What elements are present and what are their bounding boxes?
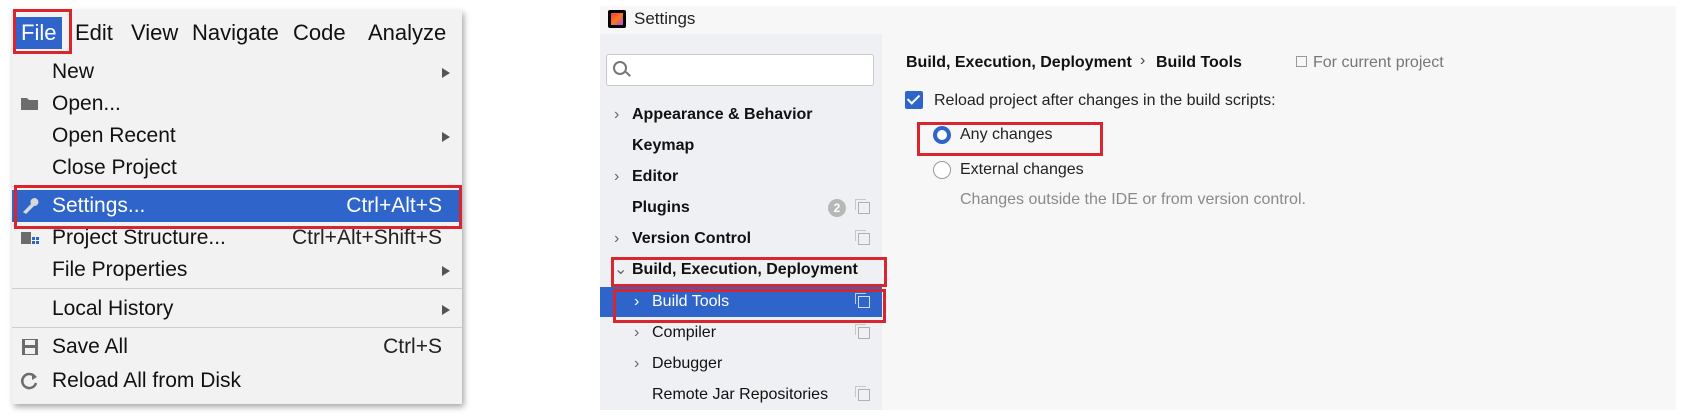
project-structure-icon [21, 232, 39, 244]
menu-file[interactable]: File [15, 17, 63, 49]
sidebar-item-label: Appearance & Behavior [632, 106, 813, 123]
project-scope-icon [855, 324, 870, 339]
sidebar-item-version-control[interactable]: › Version Control [600, 224, 882, 254]
menu-item-save-all[interactable]: Save All Ctrl+S [12, 331, 462, 363]
menu-item-shortcut: Ctrl+Alt+S [346, 194, 442, 217]
settings-sidebar: › Appearance & Behavior Keymap › Editor … [600, 34, 882, 410]
for-current-project-label: For current project [1313, 54, 1444, 71]
menu-item-project-structure[interactable]: Project Structure... Ctrl+Alt+Shift+S [12, 222, 462, 254]
chevron-down-icon: ⌄ [614, 261, 628, 278]
chevron-right-icon: › [614, 106, 620, 123]
menu-item-label: Open Recent [52, 124, 176, 147]
sidebar-item-label: Version Control [632, 230, 752, 247]
project-scope-icon [1296, 56, 1307, 67]
any-changes-radio[interactable] [933, 126, 951, 144]
menu-item-shortcut: Ctrl+Alt+Shift+S [292, 226, 442, 249]
menu-analyze[interactable]: Analyze [362, 17, 452, 49]
external-changes-label: External changes [960, 161, 1084, 178]
menu-item-reload-all[interactable]: Reload All from Disk [12, 365, 462, 397]
submenu-arrow-icon [442, 132, 450, 142]
project-scope-icon [855, 230, 870, 245]
menu-item-label: Project Structure... [52, 226, 226, 249]
reload-project-checkbox[interactable] [905, 91, 923, 109]
menu-item-settings[interactable]: Settings... Ctrl+Alt+S [12, 190, 462, 222]
title-bar: Settings [600, 6, 1676, 34]
sidebar-item-plugins[interactable]: Plugins 2 [600, 193, 882, 223]
menu-item-file-properties[interactable]: File Properties [12, 254, 462, 286]
sidebar-item-label: Keymap [632, 137, 695, 154]
menu-code[interactable]: Code [287, 17, 352, 49]
menu-item-close-project[interactable]: Close Project [12, 152, 462, 184]
sidebar-item-build-execution-deployment[interactable]: ⌄ Build, Execution, Deployment [600, 255, 882, 285]
menu-item-label: Reload All from Disk [52, 369, 242, 392]
menu-item-new[interactable]: New [12, 56, 462, 88]
submenu-arrow-icon [442, 68, 450, 78]
window-title: Settings [634, 9, 696, 28]
menu-edit[interactable]: Edit [69, 17, 119, 49]
menu-item-open-recent[interactable]: Open Recent [12, 120, 462, 152]
reload-project-label: Reload project after changes in the buil… [934, 92, 1276, 109]
chevron-right-icon: › [634, 324, 640, 341]
wrench-icon [23, 198, 39, 214]
chevron-right-icon: › [634, 293, 640, 310]
search-input[interactable] [606, 54, 874, 86]
folder-icon [21, 98, 38, 110]
sidebar-item-label: Build Tools [652, 293, 730, 310]
menu-item-label: Settings... [52, 194, 146, 217]
sidebar-item-build-tools[interactable]: › Build Tools [600, 287, 882, 317]
chevron-right-icon: › [614, 230, 620, 247]
intellij-logo-icon [608, 10, 626, 28]
menu-bar: File Edit View Navigate Code Analyze [12, 10, 462, 54]
breadcrumb-parent[interactable]: Build, Execution, Deployment [906, 54, 1132, 72]
chevron-right-icon: › [634, 355, 640, 372]
sidebar-item-keymap[interactable]: Keymap [600, 131, 882, 161]
for-current-project-note: For current project [1296, 54, 1444, 72]
sidebar-item-appearance-behavior[interactable]: › Appearance & Behavior [600, 100, 882, 130]
settings-dialog: Settings › Appearance & Behavior Keymap … [600, 6, 1676, 410]
sidebar-item-debugger[interactable]: › Debugger [600, 349, 882, 379]
project-scope-icon [855, 199, 870, 214]
menu-item-label: Close Project [52, 156, 177, 179]
sidebar-item-compiler[interactable]: › Compiler [600, 318, 882, 348]
menu-navigate[interactable]: Navigate [186, 17, 285, 49]
sidebar-item-label: Debugger [652, 355, 723, 372]
menu-item-shortcut: Ctrl+S [383, 335, 442, 358]
update-count-badge: 2 [828, 199, 846, 217]
menu-separator [12, 186, 462, 187]
sidebar-item-label: Build, Execution, Deployment [632, 261, 858, 278]
external-changes-radio[interactable] [933, 161, 951, 179]
menu-item-label: Save All [52, 335, 128, 358]
menu-item-label: New [52, 60, 95, 83]
external-changes-hint: Changes outside the IDE or from version … [960, 191, 1306, 208]
settings-content: Build, Execution, Deployment › Build Too… [882, 34, 1676, 410]
project-scope-icon [855, 386, 870, 401]
breadcrumb-separator: › [1140, 52, 1146, 69]
sidebar-item-editor[interactable]: › Editor [600, 162, 882, 192]
menu-item-open[interactable]: Open... [12, 88, 462, 120]
menu-item-local-history[interactable]: Local History [12, 293, 462, 325]
sidebar-item-label: Remote Jar Repositories [652, 386, 829, 403]
any-changes-label: Any changes [960, 126, 1053, 143]
submenu-arrow-icon [442, 305, 450, 315]
project-scope-icon [855, 293, 870, 308]
sidebar-item-remote-jar-repositories[interactable]: Remote Jar Repositories [600, 380, 882, 410]
reload-icon [21, 372, 38, 390]
file-menu-panel: File Edit View Navigate Code Analyze New… [12, 10, 462, 404]
menu-item-label: File Properties [52, 258, 188, 281]
menu-item-label: Local History [52, 297, 174, 320]
sidebar-item-label: Editor [632, 168, 679, 185]
menu-item-label: Open... [52, 92, 121, 115]
submenu-arrow-icon [442, 266, 450, 276]
sidebar-item-label: Compiler [652, 324, 717, 341]
menu-separator [12, 288, 462, 289]
chevron-right-icon: › [614, 168, 620, 185]
save-icon [22, 339, 38, 355]
search-icon [613, 61, 627, 75]
menu-separator [12, 327, 462, 328]
breadcrumb-current: Build Tools [1156, 54, 1242, 71]
menu-view[interactable]: View [125, 17, 184, 49]
sidebar-item-label: Plugins [632, 199, 690, 216]
